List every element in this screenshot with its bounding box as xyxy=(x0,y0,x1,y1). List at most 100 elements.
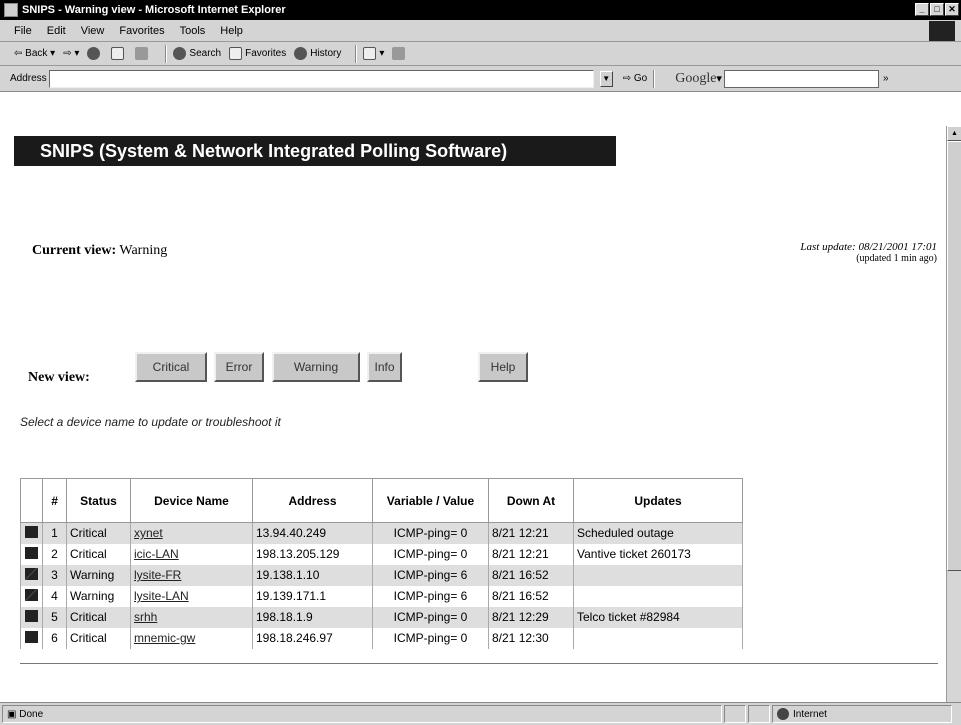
menu-favorites[interactable]: Favorites xyxy=(119,25,164,37)
status-panel xyxy=(748,705,770,723)
forward-button[interactable]: ⇨ ▾ xyxy=(63,48,79,59)
google-logo: Google xyxy=(675,70,717,86)
menu-file[interactable]: File xyxy=(14,25,32,37)
cell-status: Critical xyxy=(66,606,131,628)
current-view-label: Current view: xyxy=(32,243,117,258)
menu-bar: File Edit View Favorites Tools Help xyxy=(0,20,961,42)
menu-edit[interactable]: Edit xyxy=(47,25,66,37)
device-link[interactable]: srhh xyxy=(134,610,157,624)
cell-num: 2 xyxy=(42,543,67,565)
window-titlebar: SNIPS - Warning view - Microsoft Interne… xyxy=(0,0,961,20)
col-device: Device Name xyxy=(130,478,253,523)
cell-device: lysite-LAN xyxy=(130,585,253,607)
menu-view[interactable]: View xyxy=(81,25,105,37)
cell-flag xyxy=(20,543,43,565)
cell-variable: ICMP-ping= 0 xyxy=(372,543,489,565)
bottom-divider xyxy=(20,663,938,664)
history-button[interactable]: History xyxy=(294,47,341,60)
cell-down-at: 8/21 16:52 xyxy=(488,564,574,586)
last-update: Last update: 08/21/2001 17:01 (updated 1… xyxy=(800,241,937,264)
updated-ago: (updated 1 min ago) xyxy=(856,253,937,264)
cell-address: 19.138.1.10 xyxy=(252,564,373,586)
cell-updates: Telco ticket #82984 xyxy=(573,606,743,628)
back-button[interactable]: ⇦ Back ▾ xyxy=(14,48,55,59)
mail-button[interactable]: ▾ xyxy=(363,47,384,60)
critical-flag-icon xyxy=(25,609,38,622)
windows-logo-icon xyxy=(929,21,955,41)
window-controls: _ □ ✕ xyxy=(915,3,959,16)
go-label: Go xyxy=(633,73,648,84)
scrollbar-thumb[interactable] xyxy=(947,141,961,571)
refresh-icon xyxy=(111,47,125,60)
toolbar-overflow-chevron[interactable]: » xyxy=(883,73,889,84)
cell-device: lysite-FR xyxy=(130,564,253,586)
cell-variable: ICMP-ping= 6 xyxy=(372,564,489,586)
window-title: SNIPS - Warning view - Microsoft Interne… xyxy=(22,4,286,16)
menu-tools[interactable]: Tools xyxy=(180,25,206,37)
cell-num: 5 xyxy=(42,606,67,628)
warning-button[interactable]: Warning xyxy=(272,352,360,382)
back-label: Back xyxy=(25,48,48,59)
col-address: Address xyxy=(252,478,373,523)
col-flag xyxy=(20,478,43,523)
device-table: # Status Device Name Address Variable / … xyxy=(20,478,743,649)
address-bar: Address ▼ ⇨ Go Google ▾ » xyxy=(0,66,961,92)
vertical-scrollbar[interactable]: ▲ xyxy=(946,126,961,709)
cell-device: mnemic-gw xyxy=(130,627,253,649)
cell-down-at: 8/21 12:29 xyxy=(488,606,574,628)
google-search-input[interactable] xyxy=(723,69,879,88)
favorites-button[interactable]: Favorites xyxy=(229,47,286,60)
maximize-button[interactable]: □ xyxy=(930,3,944,16)
cell-down-at: 8/21 16:52 xyxy=(488,585,574,607)
address-input[interactable] xyxy=(48,69,594,88)
toolbar-separator xyxy=(355,44,358,63)
table-row: 2 Critical icic-LAN 198.13.205.129 ICMP-ping… xyxy=(20,543,743,565)
google-dropdown-icon[interactable]: ▾ xyxy=(716,72,722,85)
error-button[interactable]: Error xyxy=(214,352,264,382)
menu-help[interactable]: Help xyxy=(220,25,243,37)
address-label: Address xyxy=(10,73,47,84)
device-link[interactable]: lysite-FR xyxy=(134,568,181,582)
cell-num: 3 xyxy=(42,564,67,586)
print-button[interactable] xyxy=(392,47,408,60)
device-link[interactable]: mnemic-gw xyxy=(134,631,195,645)
cell-address: 198.18.246.97 xyxy=(252,627,373,649)
table-row: 6 Critical mnemic-gw 198.18.246.97 ICMP-ping… xyxy=(20,627,743,649)
favorites-icon xyxy=(229,47,243,60)
cell-updates xyxy=(573,585,743,607)
go-button[interactable]: ⇨ Go xyxy=(623,73,648,84)
cell-down-at: 8/21 12:21 xyxy=(488,522,574,544)
history-label: History xyxy=(310,48,342,59)
cell-variable: ICMP-ping= 0 xyxy=(372,627,489,649)
last-update-time: Last update: 08/21/2001 17:01 xyxy=(800,241,937,253)
scroll-up-arrow-icon[interactable]: ▲ xyxy=(947,126,961,141)
minimize-button[interactable]: _ xyxy=(915,3,929,16)
device-link[interactable]: xynet xyxy=(134,526,163,540)
table-row: 4 Warning lysite-LAN 19.139.171.1 ICMP-ping=… xyxy=(20,585,743,607)
device-link[interactable]: icic-LAN xyxy=(134,547,179,561)
cell-flag xyxy=(20,564,43,586)
cell-variable: ICMP-ping= 0 xyxy=(372,522,489,544)
stop-button[interactable] xyxy=(87,47,103,60)
table-header-row: # Status Device Name Address Variable / … xyxy=(20,478,743,523)
help-button[interactable]: Help xyxy=(478,352,528,382)
search-button[interactable]: Search xyxy=(173,47,221,60)
cell-status: Critical xyxy=(66,627,131,649)
home-button[interactable] xyxy=(135,47,151,60)
ie-icon xyxy=(4,3,18,17)
cell-status: Warning xyxy=(66,585,131,607)
refresh-button[interactable] xyxy=(111,47,127,60)
mail-icon xyxy=(363,47,377,60)
address-dropdown-arrow-icon[interactable]: ▼ xyxy=(599,70,613,87)
col-down-at: Down At xyxy=(488,478,574,523)
device-link[interactable]: lysite-LAN xyxy=(134,589,189,603)
cell-num: 4 xyxy=(42,585,67,607)
cell-flag xyxy=(20,585,43,607)
globe-icon xyxy=(777,708,789,720)
close-button[interactable]: ✕ xyxy=(945,3,959,16)
info-button[interactable]: Info xyxy=(367,352,402,382)
col-status: Status xyxy=(66,478,131,523)
critical-button[interactable]: Critical xyxy=(135,352,207,382)
back-arrow-icon: ⇦ xyxy=(14,48,23,59)
toolbar-separator xyxy=(653,69,656,88)
